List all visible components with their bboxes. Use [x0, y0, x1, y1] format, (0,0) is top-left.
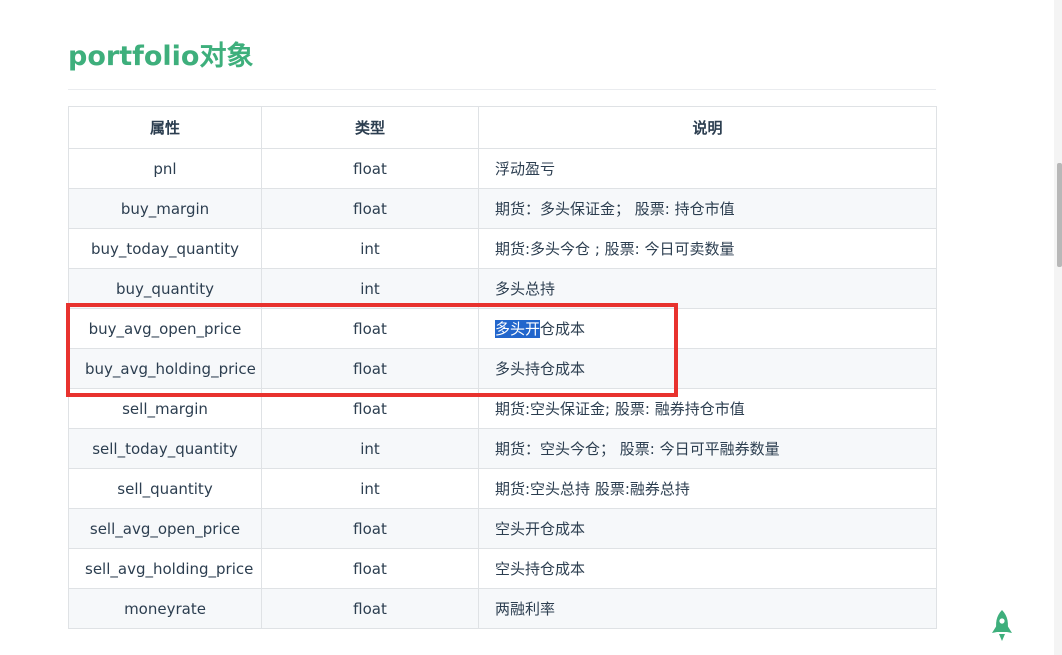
cell-type: int — [261, 228, 479, 269]
table-row: sell_today_quantity int 期货：空头今仓； 股票: 今日可… — [68, 428, 937, 469]
cell-type: float — [261, 388, 479, 429]
cell-type: float — [261, 148, 479, 189]
cell-description: 浮动盈亏 — [478, 148, 937, 189]
table-row: pnl float 浮动盈亏 — [68, 148, 937, 189]
rocket-icon — [992, 610, 1012, 641]
table-row-highlighted: buy_avg_open_price float 多头开仓成本 — [68, 308, 937, 349]
cell-type: float — [261, 508, 479, 549]
cell-attribute: buy_quantity — [68, 268, 262, 309]
cell-type: float — [261, 348, 479, 389]
table-row: moneyrate float 两融利率 — [68, 588, 937, 629]
table-row: sell_margin float 期货:空头保证金; 股票: 融券持仓市值 — [68, 388, 937, 429]
cell-type: int — [261, 268, 479, 309]
cell-description[interactable]: 多头开仓成本 — [478, 308, 937, 349]
section-heading: portfolio对象 — [68, 41, 254, 72]
scrollbar-thumb[interactable] — [1057, 163, 1062, 267]
header-description: 说明 — [478, 106, 937, 149]
cell-description: 期货：空头今仓； 股票: 今日可平融券数量 — [478, 428, 937, 469]
header-attribute: 属性 — [68, 106, 262, 149]
cell-attribute: sell_avg_open_price — [68, 508, 262, 549]
cell-attribute: sell_margin — [68, 388, 262, 429]
cell-attribute: pnl — [68, 148, 262, 189]
cell-attribute: moneyrate — [68, 588, 262, 629]
table-row-highlighted: buy_avg_holding_price float 多头持仓成本 — [68, 348, 937, 389]
cell-attribute: sell_quantity — [68, 468, 262, 509]
cell-type: int — [261, 468, 479, 509]
table-row: sell_avg_open_price float 空头开仓成本 — [68, 508, 937, 549]
header-type: 类型 — [261, 106, 479, 149]
cell-type: float — [261, 308, 479, 349]
table-row: sell_avg_holding_price float 空头持仓成本 — [68, 548, 937, 589]
cell-description: 期货:空头保证金; 股票: 融券持仓市值 — [478, 388, 937, 429]
cell-type: int — [261, 428, 479, 469]
cell-attribute: buy_avg_open_price — [68, 308, 262, 349]
table-row: buy_margin float 期货：多头保证金； 股票: 持仓市值 — [68, 188, 937, 229]
selected-text[interactable]: 多头开 — [495, 320, 541, 338]
back-to-top-button[interactable] — [989, 609, 1015, 643]
table-header-row: 属性 类型 说明 — [68, 106, 937, 149]
vertical-scrollbar[interactable] — [1054, 0, 1062, 655]
cell-description: 两融利率 — [478, 588, 937, 629]
table-row: sell_quantity int 期货:空头总持 股票:融券总持 — [68, 468, 937, 509]
cell-description: 多头总持 — [478, 268, 937, 309]
cell-description: 空头持仓成本 — [478, 548, 937, 589]
cell-type: float — [261, 188, 479, 229]
cell-attribute: buy_today_quantity — [68, 228, 262, 269]
portfolio-attributes-table: 属性 类型 说明 pnl float 浮动盈亏 buy_margin float… — [68, 106, 937, 629]
cell-attribute: buy_avg_holding_price — [68, 348, 262, 389]
cell-attribute: sell_today_quantity — [68, 428, 262, 469]
heading-divider — [68, 89, 936, 90]
cell-description: 期货:空头总持 股票:融券总持 — [478, 468, 937, 509]
cell-attribute: buy_margin — [68, 188, 262, 229]
unselected-text: 仓成本 — [540, 320, 586, 338]
cell-description: 空头开仓成本 — [478, 508, 937, 549]
cell-type: float — [261, 588, 479, 629]
table-row: buy_today_quantity int 期货:多头今仓 ; 股票: 今日可… — [68, 228, 937, 269]
cell-description: 多头持仓成本 — [478, 348, 937, 389]
cell-description: 期货:多头今仓 ; 股票: 今日可卖数量 — [478, 228, 937, 269]
cell-description: 期货：多头保证金； 股票: 持仓市值 — [478, 188, 937, 229]
table-row: buy_quantity int 多头总持 — [68, 268, 937, 309]
cell-attribute: sell_avg_holding_price — [68, 548, 262, 589]
cell-type: float — [261, 548, 479, 589]
